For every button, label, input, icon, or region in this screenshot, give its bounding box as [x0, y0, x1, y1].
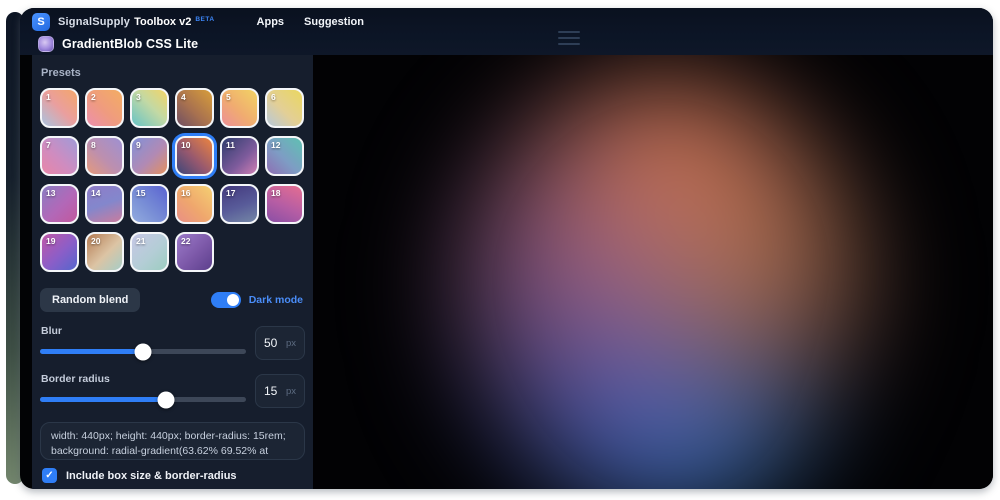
blur-control: Blur 50 px [40, 325, 305, 360]
preset-number: 17 [226, 188, 236, 198]
preset-swatch-13[interactable]: 13 [40, 184, 79, 224]
preset-number: 4 [181, 92, 186, 102]
preset-swatch-2[interactable]: 2 [85, 88, 124, 128]
border-radius-slider-fill [40, 397, 166, 402]
presets-grid: 1 2 3 4 5 6 7 8 9 10 11 12 13 14 15 16 17 18 19 20 21 22 [40, 88, 305, 272]
preset-swatch-4[interactable]: 4 [175, 88, 214, 128]
preset-swatch-12[interactable]: 12 [265, 136, 304, 176]
include-box-checkbox[interactable]: ✓ [42, 468, 57, 483]
preset-swatch-19[interactable]: 19 [40, 232, 79, 272]
preset-swatch-17[interactable]: 17 [220, 184, 259, 224]
gradient-blob [441, 73, 881, 489]
preview-canvas [313, 55, 993, 489]
preset-number: 7 [46, 140, 51, 150]
border-radius-value: 15 [264, 384, 278, 398]
random-blend-button[interactable]: Random blend [40, 288, 141, 312]
controls-row: Random blend Dark mode [40, 288, 305, 312]
preset-number: 8 [91, 140, 96, 150]
blur-value-input[interactable]: 50 px [255, 326, 305, 360]
preset-swatch-14[interactable]: 14 [85, 184, 124, 224]
preset-swatch-18[interactable]: 18 [265, 184, 304, 224]
preset-swatch-10[interactable]: 10 [175, 136, 214, 176]
menu-handle-icon[interactable] [558, 31, 580, 45]
include-box-row: ✓ Include box size & border-radius [42, 468, 305, 483]
logo-letter: S [37, 16, 45, 28]
preset-number: 11 [226, 140, 235, 150]
brand-row: S SignalSupply Toolbox v2 BETA Apps Sugg… [32, 12, 364, 32]
app-window: S SignalSupply Toolbox v2 BETA Apps Sugg… [20, 8, 993, 489]
topbar: S SignalSupply Toolbox v2 BETA Apps Sugg… [20, 8, 993, 55]
tool-title: GradientBlob CSS Lite [62, 37, 199, 51]
border-radius-slider[interactable] [40, 391, 246, 408]
preset-number: 1 [46, 92, 51, 102]
preset-swatch-16[interactable]: 16 [175, 184, 214, 224]
preset-number: 13 [46, 188, 56, 198]
preset-swatch-21[interactable]: 21 [130, 232, 169, 272]
preset-number: 14 [91, 188, 101, 198]
border-radius-control: Border radius 15 px [40, 373, 305, 408]
preset-number: 5 [226, 92, 231, 102]
dark-mode-label: Dark mode [248, 294, 303, 306]
blur-slider-thumb[interactable] [134, 343, 152, 360]
presets-label: Presets [41, 67, 81, 79]
blur-label: Blur [41, 325, 62, 337]
include-box-label: Include box size & border-radius [66, 469, 237, 482]
nav-apps[interactable]: Apps [257, 16, 285, 28]
blur-value: 50 [264, 336, 278, 350]
sidebar: Presets 1 2 3 4 5 6 7 8 9 10 11 12 13 14 15 16 17 18 19 20 2… [32, 55, 313, 489]
blur-unit: px [285, 337, 296, 349]
border-radius-label: Border radius [41, 373, 110, 385]
preset-swatch-20[interactable]: 20 [85, 232, 124, 272]
nav-suggestion[interactable]: Suggestion [304, 16, 364, 28]
beta-badge: BETA [195, 16, 215, 23]
blur-slider[interactable] [40, 343, 246, 360]
preset-swatch-5[interactable]: 5 [220, 88, 259, 128]
preset-number: 10 [181, 140, 191, 150]
border-radius-unit: px [285, 385, 296, 397]
preset-number: 16 [181, 188, 191, 198]
app-logo-icon[interactable]: S [32, 13, 50, 31]
preset-swatch-8[interactable]: 8 [85, 136, 124, 176]
toggle-knob [226, 294, 239, 306]
tool-header: GradientBlob CSS Lite [38, 34, 198, 54]
preset-swatch-11[interactable]: 11 [220, 136, 259, 176]
brand-name: SignalSupply [58, 16, 131, 28]
preset-swatch-22[interactable]: 22 [175, 232, 214, 272]
gradientblob-icon [38, 36, 54, 52]
preset-number: 18 [271, 188, 281, 198]
preset-number: 12 [271, 140, 281, 150]
preset-swatch-3[interactable]: 3 [130, 88, 169, 128]
preset-number: 6 [271, 92, 276, 102]
product-name: Toolbox v2 [134, 16, 192, 28]
preset-number: 20 [91, 236, 101, 246]
preset-number: 15 [136, 188, 146, 198]
border-radius-slider-thumb[interactable] [157, 391, 175, 408]
preset-swatch-1[interactable]: 1 [40, 88, 79, 128]
preset-number: 22 [181, 236, 191, 246]
preset-number: 9 [136, 140, 141, 150]
dark-mode-control: Dark mode [210, 292, 303, 308]
preset-swatch-6[interactable]: 6 [265, 88, 304, 128]
preset-number: 19 [46, 236, 56, 246]
check-icon: ✓ [45, 469, 54, 481]
css-output-box[interactable]: width: 440px; height: 440px; border-radi… [40, 422, 305, 460]
preset-swatch-15[interactable]: 15 [130, 184, 169, 224]
preset-swatch-9[interactable]: 9 [130, 136, 169, 176]
preset-number: 21 [136, 236, 146, 246]
preset-number: 3 [136, 92, 141, 102]
preset-number: 2 [91, 92, 96, 102]
preset-swatch-7[interactable]: 7 [40, 136, 79, 176]
blur-slider-fill [40, 349, 143, 354]
border-radius-value-input[interactable]: 15 px [255, 374, 305, 408]
dark-mode-toggle[interactable] [210, 292, 241, 308]
